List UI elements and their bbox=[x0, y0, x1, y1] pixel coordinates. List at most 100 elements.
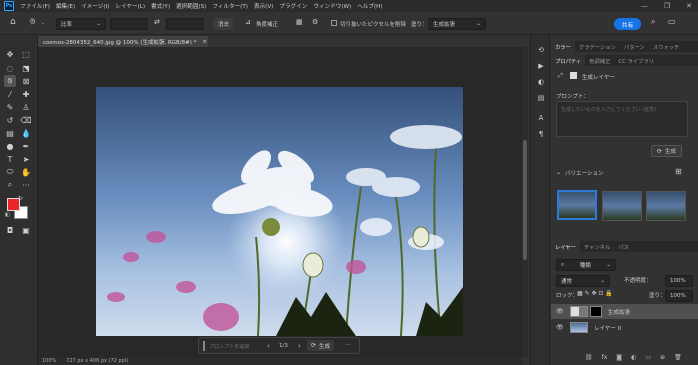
width-field[interactable] bbox=[110, 18, 148, 30]
document-tab[interactable]: cosmos-2804352_640.jpg @ 100% (生成拡張, RGB… bbox=[38, 36, 208, 47]
properties-generate-button[interactable]: ⟳ 生成 bbox=[651, 145, 683, 157]
crop-tool-icon[interactable]: ⟄ bbox=[30, 17, 35, 27]
history-icon[interactable]: ⟲ bbox=[535, 44, 547, 56]
brush-tool-icon[interactable]: ✎ bbox=[4, 101, 16, 113]
grid-view-icon[interactable]: ⊞ bbox=[675, 167, 682, 176]
move-tool-icon[interactable]: ✥ bbox=[4, 48, 16, 60]
prompt-input[interactable]: プロンプトを追加 bbox=[203, 341, 263, 351]
marquee-tool-icon[interactable]: ⬚ bbox=[20, 48, 32, 60]
menu-type[interactable]: 書式(Y) bbox=[151, 2, 170, 10]
tab-color[interactable]: カラー bbox=[551, 41, 575, 52]
layer-row[interactable]: 👁 生成拡張 bbox=[551, 304, 698, 319]
properties-prompt-input[interactable]: 生成したいものを入力してください (任意) bbox=[556, 101, 688, 137]
share-button[interactable]: 共有 bbox=[614, 18, 641, 30]
zoom-tool-icon[interactable]: ⌕ bbox=[4, 179, 16, 191]
blur-tool-icon[interactable]: 💧 bbox=[20, 127, 32, 139]
foreground-color-swatch[interactable] bbox=[7, 198, 20, 211]
next-variation-button[interactable]: › bbox=[298, 342, 301, 350]
height-field[interactable] bbox=[166, 18, 204, 30]
tab-properties[interactable]: プロパティ bbox=[551, 55, 586, 66]
fill-dropdown[interactable]: 生成拡張 ⌄ bbox=[428, 18, 486, 30]
menu-filter[interactable]: フィルター(T) bbox=[212, 2, 248, 10]
home-icon[interactable]: ⌂ bbox=[10, 17, 16, 27]
layer-row[interactable]: 👁 レイヤー 0 bbox=[551, 320, 698, 335]
swap-icon[interactable]: ⇄ bbox=[154, 18, 160, 26]
more-tools-icon[interactable]: ··· bbox=[20, 179, 32, 191]
tab-cc-libraries[interactable]: CC ライブラリ bbox=[614, 55, 658, 66]
straighten-label[interactable]: 角度補正 bbox=[256, 20, 278, 28]
variation-thumbnail-3[interactable] bbox=[646, 191, 686, 221]
variation-thumbnail-2[interactable] bbox=[602, 191, 642, 221]
previous-variation-button[interactable]: ‹ bbox=[267, 342, 270, 350]
menu-view[interactable]: 表示(V) bbox=[254, 2, 273, 10]
close-tab-icon[interactable]: × bbox=[202, 39, 207, 45]
delete-cropped-checkbox[interactable] bbox=[331, 20, 337, 26]
menu-layer[interactable]: レイヤー(L) bbox=[115, 2, 145, 10]
adjustments-icon[interactable]: ◐ bbox=[535, 76, 547, 88]
canvas-photo[interactable] bbox=[96, 87, 463, 336]
tab-swatches[interactable]: スウォッチ bbox=[649, 41, 684, 52]
object-selection-tool-icon[interactable]: ⬔ bbox=[20, 62, 32, 74]
frame-tool-icon[interactable]: ⊠ bbox=[20, 75, 32, 87]
menu-edit[interactable]: 編集(E) bbox=[56, 2, 75, 10]
tab-adjustments[interactable]: 色調補正 bbox=[585, 55, 614, 66]
variation-thumbnail-1[interactable] bbox=[557, 190, 597, 220]
close-window-button[interactable]: ✕ bbox=[686, 2, 692, 10]
layer-filter-dropdown[interactable]: ⌕ 種類 ⌄ bbox=[556, 259, 616, 271]
lasso-tool-icon[interactable]: ◌ bbox=[4, 62, 16, 74]
healing-brush-tool-icon[interactable]: ✚ bbox=[20, 88, 32, 100]
menu-window[interactable]: ウィンドウ(W) bbox=[313, 2, 351, 10]
eye-icon[interactable]: 👁 bbox=[556, 324, 566, 331]
more-options-button[interactable]: ··· bbox=[345, 342, 350, 348]
search-icon[interactable]: ⌕ bbox=[651, 17, 655, 27]
opacity-field[interactable]: 100% bbox=[665, 275, 693, 287]
restore-button[interactable]: ❐ bbox=[664, 2, 670, 10]
chevron-down-icon[interactable]: ⌄ bbox=[556, 169, 561, 176]
clear-button[interactable]: 消去 bbox=[214, 18, 234, 30]
menu-file[interactable]: ファイル(F) bbox=[20, 2, 50, 10]
history-brush-tool-icon[interactable]: ↺ bbox=[4, 114, 16, 126]
default-colors-icon[interactable]: ◧ bbox=[5, 212, 10, 218]
actions-icon[interactable]: ▶ bbox=[535, 60, 547, 72]
workspace-icon[interactable]: ▭ bbox=[668, 17, 676, 26]
libraries-icon[interactable]: ▤ bbox=[535, 92, 547, 104]
eyedropper-tool-icon[interactable]: ⁄ bbox=[4, 88, 16, 100]
ratio-dropdown[interactable]: 比率 ⌄ bbox=[56, 18, 106, 30]
clone-stamp-tool-icon[interactable]: ♙ bbox=[20, 101, 32, 113]
chevron-down-icon[interactable]: ⌄ bbox=[41, 20, 45, 26]
minimize-button[interactable]: — bbox=[641, 2, 648, 10]
lock-options-icons[interactable]: ▦ ✎ ✥ ⊡ 🔒 bbox=[577, 290, 613, 297]
character-icon[interactable]: A bbox=[535, 112, 547, 124]
zoom-level[interactable]: 100% bbox=[42, 358, 56, 364]
tab-gradient[interactable]: グラデーション bbox=[575, 41, 620, 52]
eraser-tool-icon[interactable]: ⌫ bbox=[20, 114, 32, 126]
layer-mask-thumbnail[interactable] bbox=[590, 306, 602, 317]
pen-tool-icon[interactable]: ✒ bbox=[20, 140, 32, 152]
tab-patterns[interactable]: パターン bbox=[620, 41, 649, 52]
fill-field[interactable]: 100% bbox=[665, 290, 693, 302]
grid-overlay-icon[interactable]: ▦ bbox=[296, 18, 303, 26]
shape-tool-icon[interactable]: ⬭ bbox=[4, 166, 16, 178]
hand-tool-icon[interactable]: ✋ bbox=[20, 166, 32, 178]
new-layer-icon[interactable]: ⊕ bbox=[660, 354, 665, 361]
link-icon[interactable]: ⛓ bbox=[585, 354, 593, 361]
tab-paths[interactable]: パス bbox=[614, 241, 633, 252]
menu-help[interactable]: ヘルプ(H) bbox=[357, 2, 382, 10]
straighten-icon[interactable]: ⊿ bbox=[245, 18, 251, 26]
paragraph-icon[interactable]: ¶ bbox=[535, 128, 547, 140]
group-icon[interactable]: ▭ bbox=[645, 354, 651, 361]
dodge-tool-icon[interactable]: ● bbox=[4, 140, 16, 152]
eye-icon[interactable]: 👁 bbox=[556, 308, 566, 315]
adjustment-layer-icon[interactable]: ◐ bbox=[631, 354, 636, 361]
tab-layers[interactable]: レイヤー bbox=[551, 241, 581, 252]
quick-mask-icon[interactable]: ◘ bbox=[4, 224, 16, 236]
gear-icon[interactable]: ⚙ bbox=[312, 18, 318, 26]
menu-image[interactable]: イメージ(I) bbox=[81, 2, 109, 10]
add-mask-icon[interactable]: ◙ bbox=[616, 354, 622, 361]
menu-select[interactable]: 選択範囲(S) bbox=[176, 2, 206, 10]
trash-icon[interactable]: 🗑 bbox=[674, 354, 682, 361]
path-selection-tool-icon[interactable]: ➤ bbox=[20, 153, 32, 165]
screen-mode-icon[interactable]: ▣ bbox=[20, 224, 32, 236]
crop-tool-icon[interactable]: ⟄ bbox=[4, 75, 16, 87]
scrollbar-thumb[interactable] bbox=[523, 140, 527, 260]
